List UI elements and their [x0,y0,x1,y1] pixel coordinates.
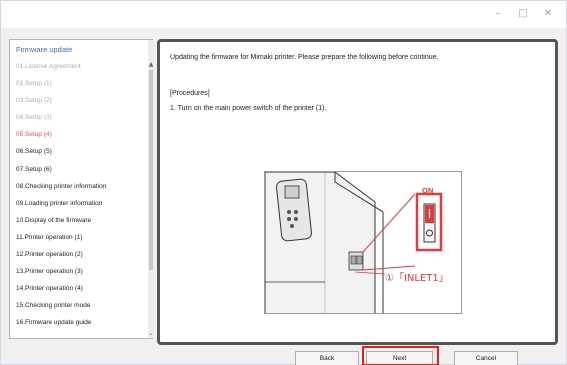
scroll-thumb[interactable] [149,70,153,270]
step-item[interactable]: 05.Setup (4) [10,126,147,143]
step-item[interactable]: 12.Printer operation (2) [10,246,147,263]
step-item[interactable]: 04.Setup (3) [10,109,147,126]
back-button[interactable]: Back [295,351,359,365]
step-list: 01.License Agreement 02.Setup (1) 03.Setup… [10,58,147,332]
step-sidebar: Firmware update 01.License Agreement 02.S… [9,39,154,339]
step-item[interactable]: 09.Loading printer information [10,195,147,212]
content-panel: Updating the firmware for Mimaki printer… [157,39,558,345]
maximize-icon[interactable]: □ [515,7,531,21]
inlet-label: ①「INLET1」 [385,273,449,284]
step-item[interactable]: 15.Checking printer mode [10,297,147,314]
step-item[interactable]: 11.Printer operation (1) [10,229,147,246]
step-item[interactable]: 07.Setup (6) [10,161,147,178]
app-window: – □ ✕ Firmware update 01.License Agreeme… [0,0,567,365]
sidebar-scrollbar[interactable]: ▲ ⌄ [148,40,154,338]
step-item[interactable]: 02.Setup (1) [10,75,147,92]
scroll-down-icon[interactable]: ⌄ [148,329,154,338]
title-bar: – □ ✕ [1,1,566,28]
step-item[interactable]: 10.Display of the firmware [10,212,147,229]
step-item[interactable]: 06.Setup (5) [10,143,147,160]
switch-on-label: ON [422,186,434,195]
procedure-step-1: 1. Turn on the main power switch of the … [170,105,327,112]
minimize-icon[interactable]: – [490,7,506,21]
step-item[interactable]: 08.Checking printer information [10,178,147,195]
procedures-heading: [Procedures] [170,90,210,97]
sidebar-title: Firmware update [16,45,73,54]
intro-text: Updating the firmware for Mimaki printer… [170,54,439,61]
step-item[interactable]: 01.License Agreement [10,58,147,75]
scroll-up-icon[interactable]: ▲ [148,60,154,69]
next-button-highlight [362,346,439,365]
step-item[interactable]: 03.Setup (2) [10,92,147,109]
step-item[interactable]: 16.Firmware update guide [10,314,147,331]
step-item[interactable]: 13.Printer operation (3) [10,263,147,280]
printer-illustration: ON ①「INLET1」 [264,171,462,314]
cancel-button[interactable]: Cancel [454,351,518,365]
step-item[interactable]: 14.Printer operation (4) [10,280,147,297]
close-icon[interactable]: ✕ [540,7,556,21]
